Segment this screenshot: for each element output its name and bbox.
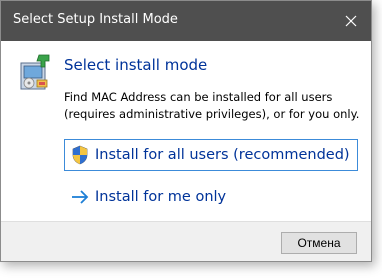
setup-installer-icon: [20, 54, 50, 90]
uac-shield-icon: [72, 145, 88, 165]
dialog-footer: Отмена: [1, 221, 371, 261]
description-text: Find MAC Address can be installed for al…: [64, 90, 360, 121]
setup-dialog: Select Setup Install Mode Select install…: [0, 0, 372, 262]
window-title: Select Setup Install Mode: [13, 12, 178, 27]
dialog-content: Select install mode Find MAC Address can…: [1, 41, 371, 221]
cancel-button[interactable]: Отмена: [281, 232, 357, 254]
install-me-only-button[interactable]: Install for me only: [64, 181, 264, 213]
install-me-only-label: Install for me only: [95, 189, 227, 205]
install-all-users-button[interactable]: Install for all users (recommended): [64, 139, 358, 171]
page-heading: Select install mode: [64, 56, 208, 74]
install-all-users-label: Install for all users (recommended): [95, 147, 350, 163]
close-button[interactable]: [331, 1, 371, 41]
arrow-right-icon: [72, 190, 89, 204]
close-icon: [345, 15, 357, 27]
title-bar[interactable]: Select Setup Install Mode: [1, 1, 371, 41]
